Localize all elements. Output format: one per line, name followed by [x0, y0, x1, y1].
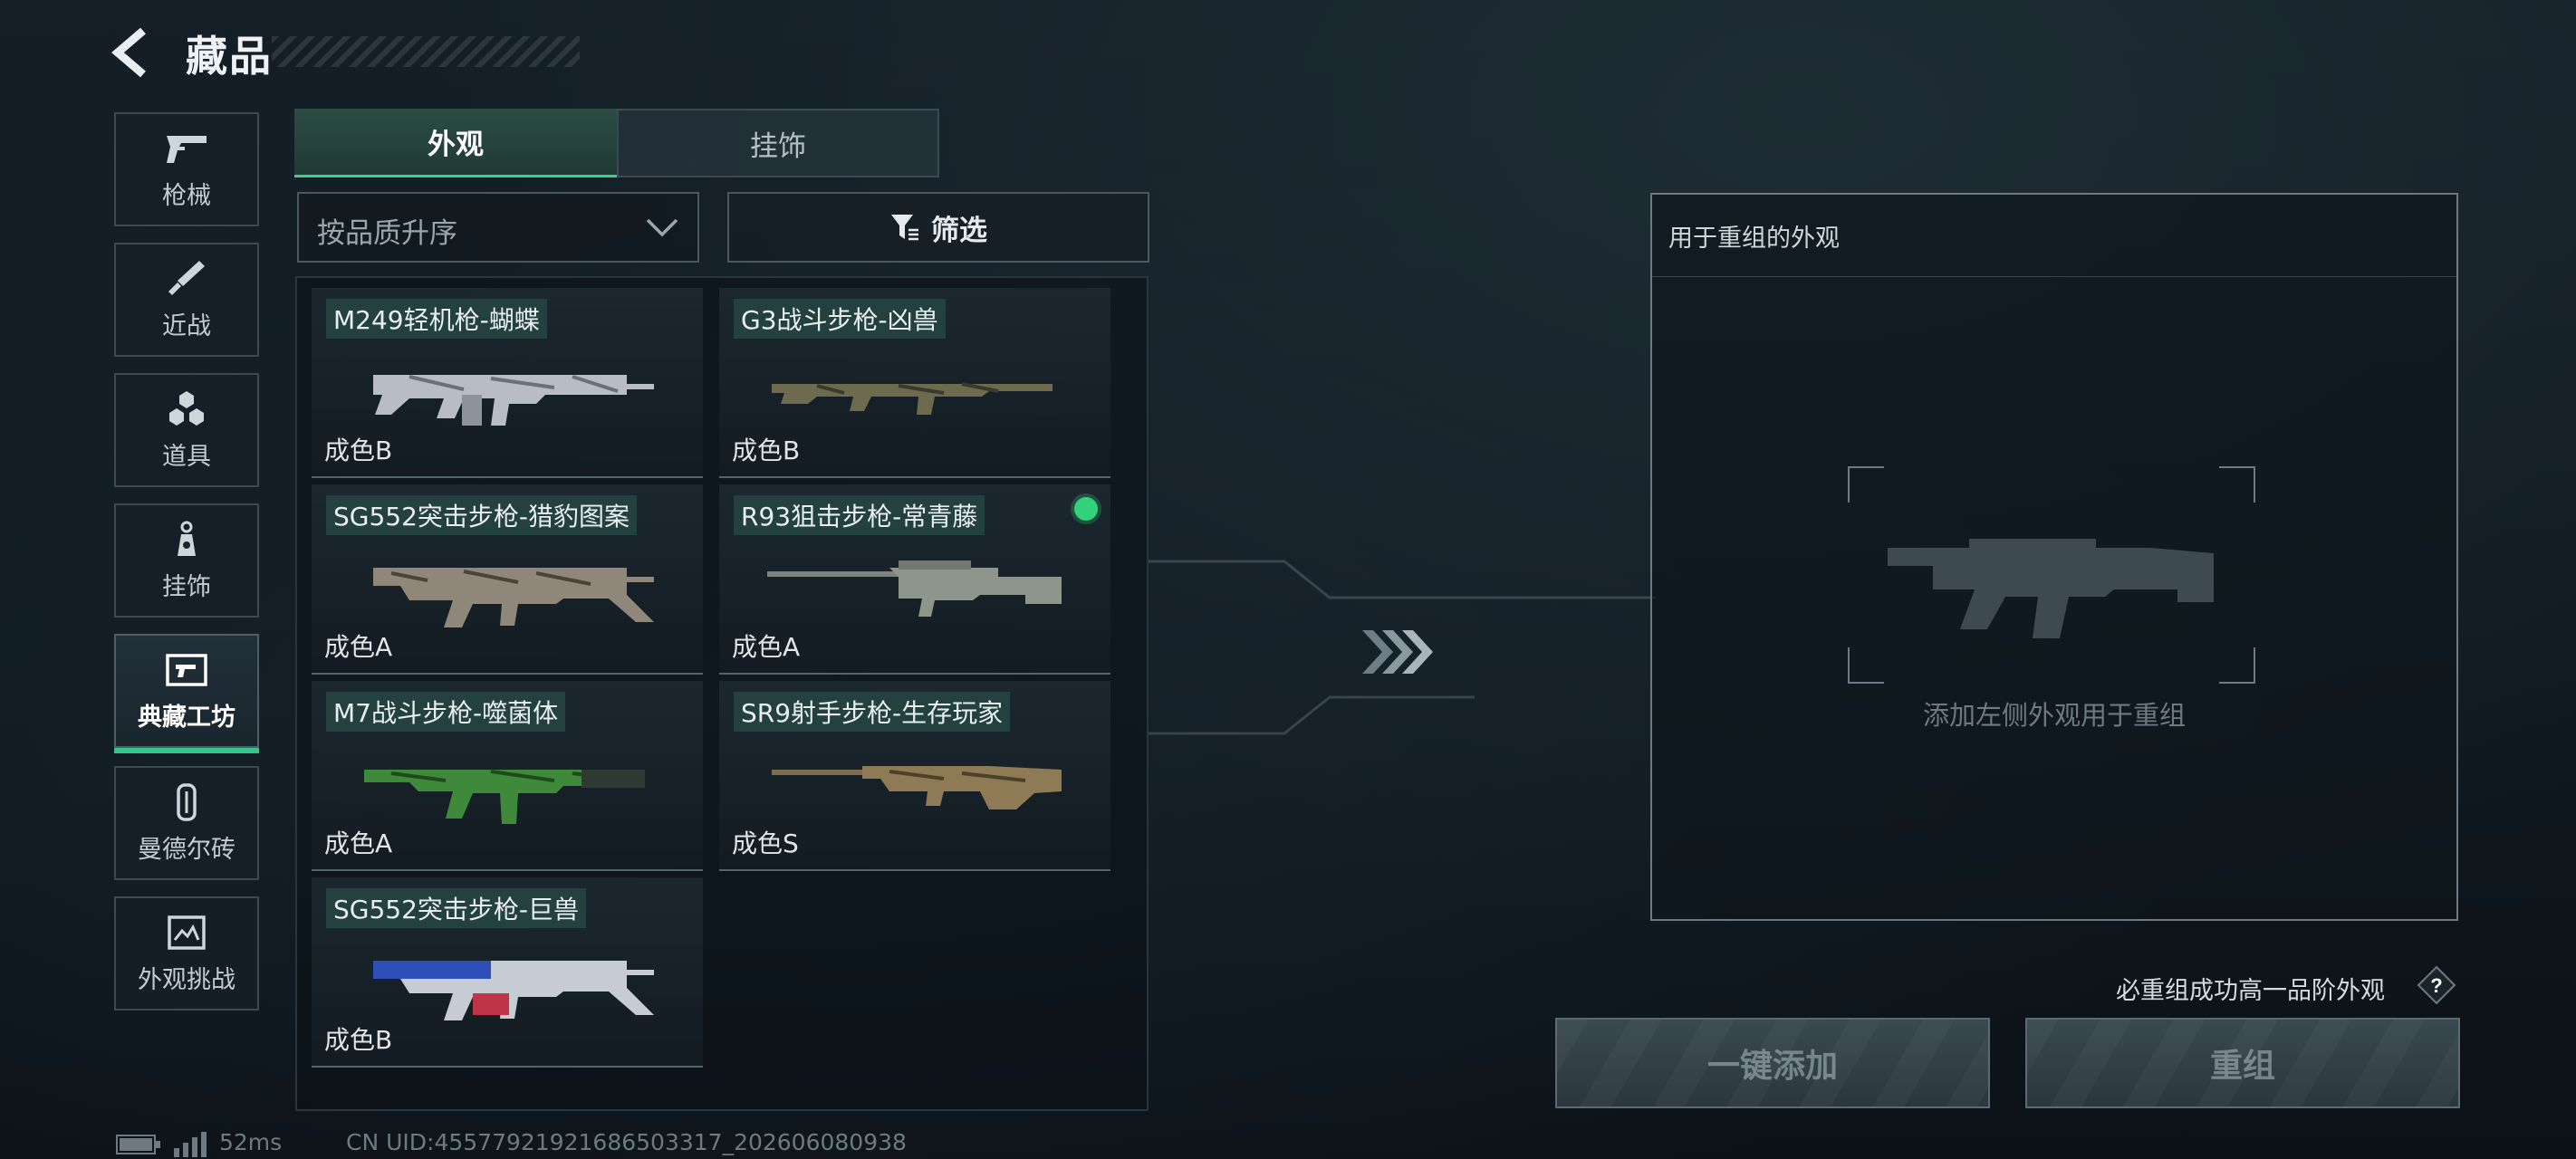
forward-chevrons-icon	[1362, 630, 1433, 674]
sidebar-item-label: 道具	[162, 442, 211, 471]
filter-icon	[891, 215, 918, 241]
pistol-icon	[167, 135, 207, 163]
page-title: 藏品	[186, 32, 273, 81]
sniper-rifle-icon	[767, 560, 1062, 617]
item-grade: 成色A	[324, 829, 393, 858]
help-label: ?	[2430, 974, 2442, 997]
sidebar-item-gear[interactable]: 道具	[114, 373, 259, 487]
sidebar-item-melee[interactable]: 近战	[114, 243, 259, 357]
sort-dropdown[interactable]: 按品质升序	[297, 192, 699, 263]
sidebar-item-label: 近战	[162, 311, 211, 340]
knife-icon	[168, 260, 205, 295]
empty-hint: 添加左侧外观用于重组	[1922, 700, 2186, 731]
title-decoration	[272, 36, 580, 67]
appearance-card[interactable]: G3战斗步枪-凶兽 成色B	[719, 288, 1110, 478]
recombine-button[interactable]: 重组	[2025, 1018, 2460, 1108]
sidebar-item-pendants[interactable]: 挂饰	[114, 503, 259, 618]
sort-selected-value: 按品质升序	[317, 217, 457, 250]
panel-title: 用于重组的外观	[1668, 225, 1840, 253]
item-name: SG552突击步枪-猎豹图案	[326, 495, 638, 535]
item-name: SG552突击步枪-巨兽	[326, 888, 587, 928]
selected-indicator	[1074, 497, 1098, 521]
filter-button[interactable]: 筛选	[727, 192, 1149, 263]
sidebar-item-workshop[interactable]: 典藏工坊	[114, 634, 259, 753]
assault-rifle-icon	[373, 961, 654, 1020]
grenade-cluster-icon	[169, 390, 204, 426]
sidebar-item-label: 枪械	[162, 181, 211, 210]
recombine-panel: 用于重组的外观 添加左侧外观用于重组	[1650, 193, 2458, 921]
item-name: R93狙击步枪-常青藤	[734, 495, 985, 535]
item-grade: 成色A	[324, 632, 393, 662]
challenge-icon	[168, 915, 206, 950]
back-arrow-icon[interactable]	[109, 25, 163, 80]
item-grade: 成色B	[732, 436, 801, 465]
appearance-card[interactable]: SG552突击步枪-猎豹图案 成色A	[312, 484, 703, 675]
user-uid: CN UID:45577921921686503317_202606080938	[346, 1129, 907, 1155]
tab-pendants[interactable]: 挂饰	[617, 109, 939, 177]
appearance-card[interactable]: SR9射手步枪-生存玩家 成色S	[719, 681, 1110, 871]
chevron-down-icon	[646, 218, 678, 237]
recombine-rule-text: 必重组成功高一品阶外观	[2116, 977, 2385, 1005]
ping-value: 52ms	[219, 1129, 283, 1155]
brick-icon	[177, 782, 197, 821]
battle-rifle-icon	[364, 770, 645, 824]
sidebar-item-label: 挂饰	[162, 572, 211, 601]
sidebar-item-mandel-brick[interactable]: 曼德尔砖	[114, 766, 259, 880]
sidebar-item-guns[interactable]: 枪械	[114, 112, 259, 226]
sidebar-item-label: 典藏工坊	[138, 703, 235, 732]
workshop-icon	[166, 653, 207, 686]
rifle-placeholder-icon	[1888, 539, 2214, 638]
assault-rifle-icon	[373, 568, 654, 627]
signal-strength-icon	[174, 1132, 207, 1157]
item-grade: 成色A	[732, 632, 801, 662]
sidebar-item-label: 外观挑战	[138, 965, 235, 994]
item-name: G3战斗步枪-凶兽	[734, 299, 946, 339]
appearance-card[interactable]: SG552突击步枪-巨兽 成色B	[312, 877, 703, 1068]
sidebar-item-appearance-challenge[interactable]: 外观挑战	[114, 896, 259, 1011]
appearance-card[interactable]: R93狙击步枪-常青藤 成色A	[719, 484, 1110, 675]
item-grade: 成色S	[732, 829, 799, 858]
marksman-rifle-icon	[772, 766, 1062, 809]
battery-icon	[116, 1135, 160, 1154]
item-grade: 成色B	[324, 1025, 393, 1055]
divider	[1652, 276, 2456, 277]
item-grade: 成色B	[324, 436, 393, 465]
item-name: M7战斗步枪-噬菌体	[326, 692, 566, 732]
appearance-card[interactable]: M249轻机枪-蝴蝶 成色B	[312, 288, 703, 478]
add-all-button[interactable]: 一键添加	[1555, 1018, 1990, 1108]
sidebar-item-label: 曼德尔砖	[138, 835, 235, 864]
lmg-icon	[373, 375, 654, 426]
item-name: SR9射手步枪-生存玩家	[734, 692, 1011, 732]
item-name: M249轻机枪-蝴蝶	[326, 299, 547, 339]
tab-appearance[interactable]: 外观	[294, 109, 617, 177]
filter-label: 筛选	[931, 214, 987, 247]
keychain-icon	[178, 521, 196, 556]
battle-rifle-icon	[772, 382, 1053, 415]
help-icon[interactable]: ?	[2417, 965, 2456, 1005]
appearance-card[interactable]: M7战斗步枪-噬菌体 成色A	[312, 681, 703, 871]
